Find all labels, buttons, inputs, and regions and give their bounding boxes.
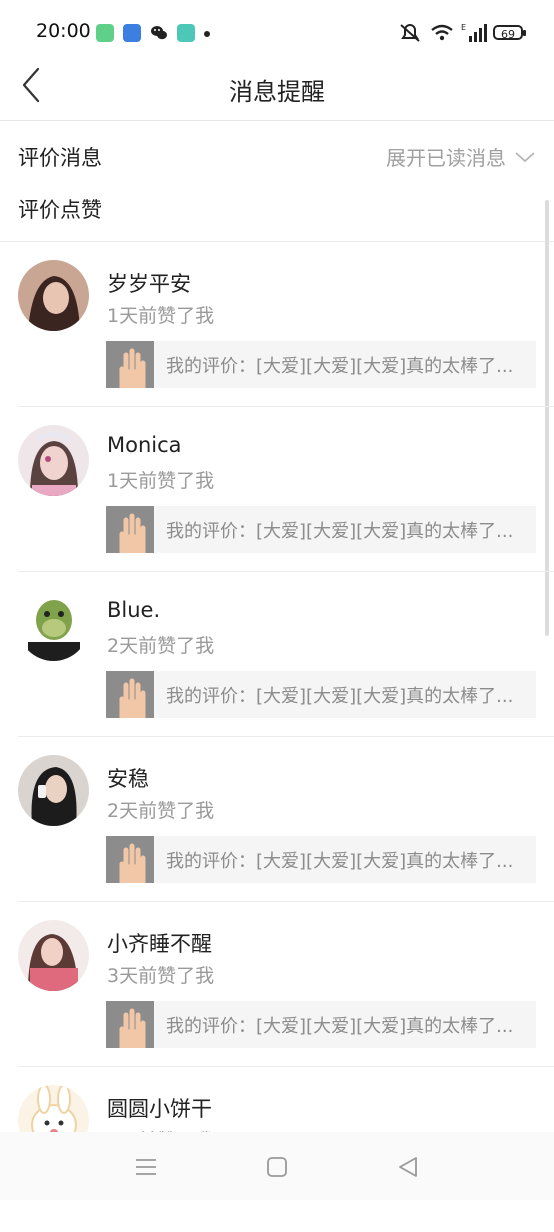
avatar[interactable]	[18, 260, 89, 331]
expand-read-button[interactable]: 展开已读消息	[386, 142, 536, 171]
list-item[interactable]: 小齐睡不醒 3天前赞了我 我的评价：[大爱][大爱][大爱]真的太棒了...	[0, 902, 554, 1067]
avatar[interactable]	[18, 755, 89, 826]
notification-dot-icon	[204, 31, 210, 37]
user-name: Blue.	[107, 598, 161, 622]
like-time: 1天前赞了我	[107, 470, 215, 492]
user-name: Monica	[107, 433, 182, 457]
back-icon[interactable]	[393, 1152, 423, 1182]
user-name: 小齐睡不醒	[107, 932, 212, 956]
list-item[interactable]: 安稳 2天前赞了我 我的评价：[大爱][大爱][大爱]真的太棒了...	[0, 737, 554, 902]
battery-icon: 69	[493, 25, 526, 41]
avatar[interactable]	[18, 425, 89, 496]
list-item[interactable]: Monica 1天前赞了我 我的评价：[大爱][大爱][大爱]真的太棒了...	[0, 407, 554, 572]
list-item[interactable]: Blue. 2天前赞了我 我的评价：[大爱][大爱][大爱]真的太棒了...	[0, 572, 554, 737]
review-text: 我的评价：[大爱][大爱][大爱]真的太棒了...	[166, 1016, 514, 1037]
nav-divider	[0, 120, 554, 121]
app-icon-blue	[123, 24, 141, 42]
user-name: 圆圆小饼干	[107, 1097, 212, 1121]
rating-messages-label[interactable]: 评价消息	[18, 142, 102, 172]
chevron-down-icon	[515, 151, 535, 162]
svg-text:E: E	[461, 23, 466, 32]
expand-read-label: 展开已读消息	[386, 146, 506, 170]
menu-icon[interactable]	[131, 1152, 161, 1182]
review-thumbnail	[106, 1001, 154, 1048]
review-text: 我的评价：[大爱][大爱][大爱]真的太棒了...	[166, 521, 514, 542]
my-review-quote[interactable]: 我的评价：[大爱][大爱][大爱]真的太棒了...	[106, 506, 536, 553]
like-time: 2天前赞了我	[107, 635, 215, 657]
wifi-icon	[431, 24, 453, 41]
app-icon-green	[96, 24, 114, 42]
status-bar: 20:00 E 69	[0, 0, 554, 66]
like-time: 2天前赞了我	[107, 800, 215, 822]
avatar[interactable]	[18, 920, 89, 991]
home-icon[interactable]	[262, 1152, 292, 1182]
review-thumbnail	[106, 341, 154, 388]
rating-likes-label[interactable]: 评价点赞	[18, 194, 102, 224]
user-name: 安稳	[107, 767, 149, 791]
signal-icon: E	[461, 23, 487, 42]
review-thumbnail	[106, 506, 154, 553]
review-text: 我的评价：[大爱][大爱][大爱]真的太棒了...	[166, 851, 514, 872]
review-text: 我的评价：[大爱][大爱][大爱]真的太棒了...	[166, 356, 514, 377]
my-review-quote[interactable]: 我的评价：[大爱][大爱][大爱]真的太棒了...	[106, 341, 536, 388]
my-review-quote[interactable]: 我的评价：[大爱][大爱][大爱]真的太棒了...	[106, 1001, 536, 1048]
review-text: 我的评价：[大爱][大爱][大爱]真的太棒了...	[166, 686, 514, 707]
my-review-quote[interactable]: 我的评价：[大爱][大爱][大爱]真的太棒了...	[106, 836, 536, 883]
review-thumbnail	[106, 836, 154, 883]
status-time: 20:00	[36, 20, 91, 42]
mute-icon	[400, 23, 420, 42]
list-item[interactable]: 岁岁平安 1天前赞了我 我的评价：[大爱][大爱][大爱]真的太棒了...	[0, 242, 554, 407]
like-notification-list: 岁岁平安 1天前赞了我 我的评价：[大爱][大爱][大爱]真的太棒了... Mo…	[0, 242, 554, 1232]
review-thumbnail	[106, 671, 154, 718]
like-time: 1天前赞了我	[107, 305, 215, 327]
avatar[interactable]	[18, 590, 89, 661]
like-time: 3天前赞了我	[107, 965, 215, 987]
my-review-quote[interactable]: 我的评价：[大爱][大爱][大爱]真的太棒了...	[106, 671, 536, 718]
nav-bar: 消息提醒	[0, 66, 554, 120]
page-title: 消息提醒	[229, 78, 325, 106]
wechat-icon	[150, 24, 168, 42]
user-name: 岁岁平安	[107, 272, 191, 296]
app-icon-teal	[177, 24, 195, 42]
